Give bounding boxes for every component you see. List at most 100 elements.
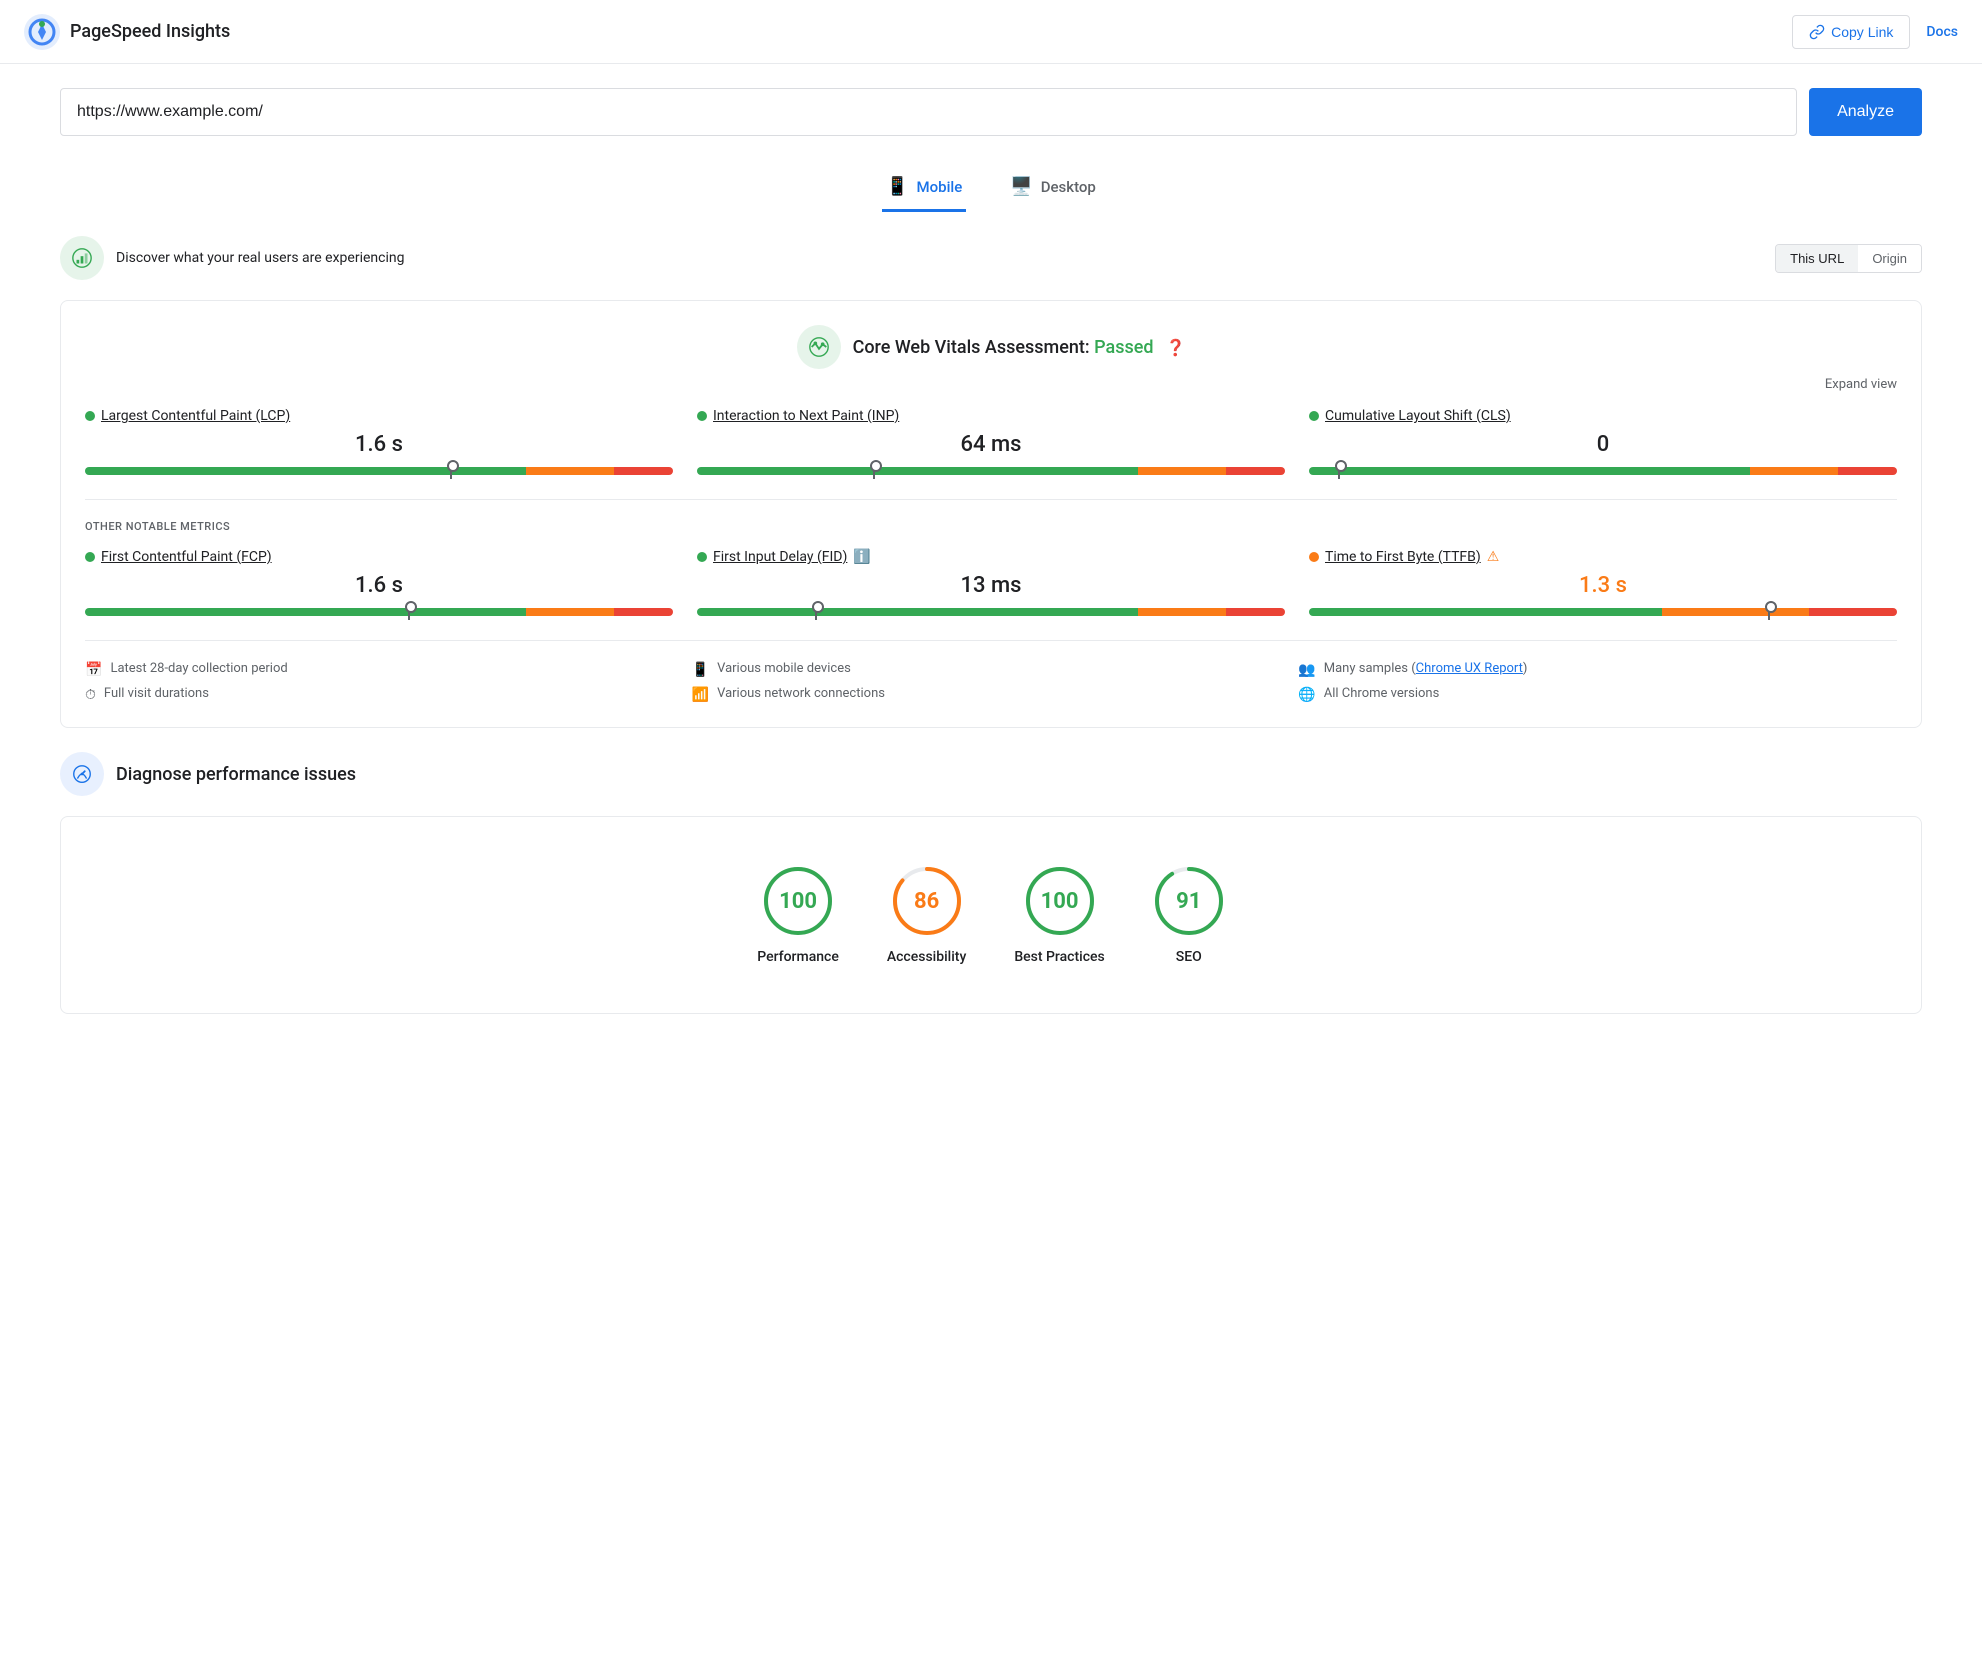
pagespeed-logo <box>24 14 60 50</box>
info-text-5: All Chrome versions <box>1324 686 1440 701</box>
score-item-accessibility: 86 Accessibility <box>887 865 966 965</box>
discover-text: Discover what your real users are experi… <box>116 250 404 266</box>
progress-bar-wrap-inp <box>697 467 1285 475</box>
this-url-button[interactable]: This URL <box>1776 245 1858 272</box>
url-origin-toggle: This URL Origin <box>1775 244 1922 273</box>
metric-dot-ttfb <box>1309 552 1319 562</box>
assessment-icon <box>797 325 841 369</box>
info-item-1: 📱 Various mobile devices <box>692 661 1291 678</box>
metric-label-text-lcp[interactable]: Largest Contentful Paint (LCP) <box>101 408 290 424</box>
metric-item-lcp: Largest Contentful Paint (LCP) 1.6 s <box>85 408 673 475</box>
docs-link[interactable]: Docs <box>1926 24 1958 40</box>
scores-grid: 100 Performance 86 Accessibility 100 Bes… <box>85 841 1897 989</box>
progress-marker-cls <box>1338 463 1340 479</box>
chrome-ux-link[interactable]: Chrome UX Report <box>1416 661 1523 676</box>
tabs-row: 📱 Mobile 🖥️ Desktop <box>0 168 1982 212</box>
metric-value-inp: 64 ms <box>697 432 1285 457</box>
info-item-5: 🌐All Chrome versions <box>1298 686 1897 703</box>
other-metrics-label: OTHER NOTABLE METRICS <box>85 520 1897 533</box>
cwv-discover-header: Discover what your real users are experi… <box>60 236 1922 280</box>
info-item-2: 👥Many samples (Chrome UX Report) <box>1298 661 1897 678</box>
metric-label-text-inp[interactable]: Interaction to Next Paint (INP) <box>713 408 899 424</box>
score-item-seo: 91 SEO <box>1153 865 1225 965</box>
progress-bar-track-fcp <box>85 608 673 616</box>
progress-bar-track-inp <box>697 467 1285 475</box>
score-label-best_practices: Best Practices <box>1014 949 1104 965</box>
score-item-best_practices: 100 Best Practices <box>1014 865 1104 965</box>
score-label-accessibility: Accessibility <box>887 949 966 965</box>
metric-value-lcp: 1.6 s <box>85 432 673 457</box>
progress-bar-track-cls <box>1309 467 1897 475</box>
score-number-accessibility: 86 <box>914 889 939 914</box>
tab-mobile[interactable]: 📱 Mobile <box>882 168 966 212</box>
main-metrics-grid: Largest Contentful Paint (LCP) 1.6 s Inter… <box>85 408 1897 475</box>
metric-label-row-fid: First Input Delay (FID) ℹ️ <box>697 549 1285 565</box>
header: PageSpeed Insights Copy Link Docs <box>0 0 1982 64</box>
info-item-0: 📅 Latest 28-day collection period <box>85 661 684 678</box>
diagnose-card: 100 Performance 86 Accessibility 100 Bes… <box>60 816 1922 1014</box>
expand-view-link[interactable]: Expand view <box>85 377 1897 392</box>
metric-dot-fid <box>697 552 707 562</box>
progress-marker-fcp <box>408 604 410 620</box>
progress-bar-wrap-fcp <box>85 608 673 616</box>
tab-desktop[interactable]: 🖥️ Desktop <box>1006 168 1100 212</box>
metric-label-row-lcp: Largest Contentful Paint (LCP) <box>85 408 673 424</box>
diagnose-title: Diagnose performance issues <box>116 764 356 785</box>
metric-item-ttfb: Time to First Byte (TTFB) ⚠ 1.3 s <box>1309 549 1897 616</box>
info-text-4: Various network connections <box>717 686 885 701</box>
info-text-1: Various mobile devices <box>717 661 851 676</box>
score-number-best_practices: 100 <box>1041 889 1079 914</box>
app-title: PageSpeed Insights <box>70 21 230 42</box>
info-item-3: ⏱Full visit durations <box>85 686 684 703</box>
assessment-label: Core Web Vitals Assessment: Passed <box>853 337 1154 358</box>
separator <box>85 499 1897 500</box>
metric-label-text-ttfb[interactable]: Time to First Byte (TTFB) <box>1325 549 1481 565</box>
progress-bar-wrap-cls <box>1309 467 1897 475</box>
info-icon-0: 📅 <box>85 662 102 678</box>
info-icon-3: ⏱ <box>85 687 96 703</box>
progress-bar-wrap-lcp <box>85 467 673 475</box>
metric-dot-lcp <box>85 411 95 421</box>
desktop-icon: 🖥️ <box>1010 176 1032 197</box>
metric-label-text-cls[interactable]: Cumulative Layout Shift (CLS) <box>1325 408 1511 424</box>
info-text-2: Many samples (Chrome UX Report) <box>1324 661 1528 676</box>
score-number-seo: 91 <box>1176 889 1201 914</box>
metric-value-cls: 0 <box>1309 432 1897 457</box>
diagnose-header: Diagnose performance issues <box>60 752 1922 796</box>
metric-label-row-cls: Cumulative Layout Shift (CLS) <box>1309 408 1897 424</box>
main-content: Discover what your real users are experi… <box>0 236 1982 1078</box>
progress-bar-track-lcp <box>85 467 673 475</box>
progress-marker-lcp <box>450 463 452 479</box>
help-icon[interactable]: ❓ <box>1166 338 1186 357</box>
chart-icon <box>71 247 93 269</box>
metric-value-fcp: 1.6 s <box>85 573 673 598</box>
metric-dot-inp <box>697 411 707 421</box>
url-input[interactable] <box>60 88 1797 136</box>
copy-link-button[interactable]: Copy Link <box>1792 15 1910 49</box>
info-grid: 📅 Latest 28-day collection period 📱 Various… <box>85 661 1897 703</box>
origin-button[interactable]: Origin <box>1858 245 1921 272</box>
header-right: Copy Link Docs <box>1792 15 1958 49</box>
info-icon-1: 📱 <box>692 662 709 678</box>
tab-desktop-label: Desktop <box>1041 178 1096 196</box>
warning-icon-ttfb: ⚠ <box>1487 549 1500 565</box>
analyze-button[interactable]: Analyze <box>1809 88 1922 136</box>
cwv-header-left: Discover what your real users are experi… <box>60 236 404 280</box>
score-circle-accessibility: 86 <box>891 865 963 937</box>
info-icon-4: 📶 <box>692 687 709 703</box>
info-text-0: Latest 28-day collection period <box>110 661 287 676</box>
gauge-icon <box>71 763 93 785</box>
metric-value-fid: 13 ms <box>697 573 1285 598</box>
metric-label-text-fid[interactable]: First Input Delay (FID) <box>713 549 847 565</box>
metric-item-fcp: First Contentful Paint (FCP) 1.6 s <box>85 549 673 616</box>
score-label-performance: Performance <box>757 949 839 965</box>
search-row: Analyze <box>60 88 1922 136</box>
metric-value-ttfb: 1.3 s <box>1309 573 1897 598</box>
assessment-row: Core Web Vitals Assessment: Passed ❓ <box>85 325 1897 369</box>
info-icon-fid[interactable]: ℹ️ <box>853 549 870 565</box>
metric-dot-fcp <box>85 552 95 562</box>
score-circle-performance: 100 <box>762 865 834 937</box>
progress-marker-inp <box>873 463 875 479</box>
metric-label-text-fcp[interactable]: First Contentful Paint (FCP) <box>101 549 272 565</box>
progress-bar-track-ttfb <box>1309 608 1897 616</box>
